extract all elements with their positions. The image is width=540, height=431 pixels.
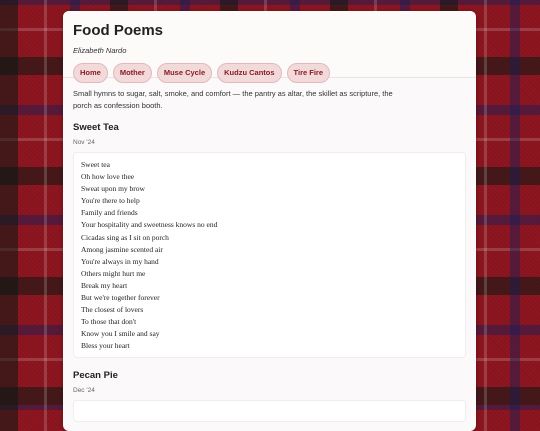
poem-body: [73, 400, 466, 422]
poem-line: Family and friends: [81, 208, 138, 218]
nav-tire-fire[interactable]: Tire Fire: [286, 63, 331, 83]
nav-kudzu-cantos[interactable]: Kudzu Cantos: [217, 63, 282, 83]
poem-date: Nov '24: [73, 139, 95, 146]
poem-line: To those that don't: [81, 317, 137, 327]
poem-line: Others might hurt me: [81, 268, 146, 278]
poem-line: You're always in my hand: [81, 256, 159, 266]
poem-line: But we're together forever: [81, 293, 160, 303]
poem-line: Bless your heart: [81, 341, 130, 351]
poem-line: Break my heart: [81, 280, 128, 290]
poem-line: Sweat upon my brow: [81, 184, 145, 194]
poem-date: Dec '24: [73, 387, 95, 394]
site-title: Food Poems: [73, 22, 164, 39]
poem-line: Among jasmine scented air: [81, 244, 163, 254]
poem-line: The closest of lovers: [81, 305, 144, 315]
poem-line: Your hospitality and sweetness knows no …: [81, 220, 218, 230]
poem-line: Oh how love thee: [81, 172, 135, 182]
poem-sweet-tea: Sweet Tea Nov '24 Sweet tea Oh how love …: [73, 122, 466, 358]
poem-title: Pecan Pie: [73, 370, 118, 381]
nav-mother[interactable]: Mother: [112, 63, 152, 83]
nav-muse-cycle[interactable]: Muse Cycle: [156, 63, 213, 83]
site-header: Food Poems Elizabeth Nardo Home Mother M…: [63, 11, 476, 83]
poem-line: Sweet tea: [81, 160, 110, 169]
content-area: Small hymns to sugar, salt, smoke, and c…: [63, 78, 476, 422]
poem-pecan-pie: Pecan Pie Dec '24: [73, 370, 466, 422]
poem-title: Sweet Tea: [73, 122, 119, 133]
poem-body: Sweet tea Oh how love thee Sweat upon my…: [73, 152, 466, 358]
main-card: Food Poems Elizabeth Nardo Home Mother M…: [63, 11, 476, 431]
poem-line: Know you I smile and say: [81, 329, 160, 339]
author-name: Elizabeth Nardo: [73, 46, 127, 55]
poem-line: Cicadas sing as I sit on porch: [81, 232, 169, 242]
intro-text: Small hymns to sugar, salt, smoke, and c…: [73, 89, 393, 110]
nav-home[interactable]: Home: [73, 63, 108, 83]
poem-line: You're there to help: [81, 196, 140, 206]
